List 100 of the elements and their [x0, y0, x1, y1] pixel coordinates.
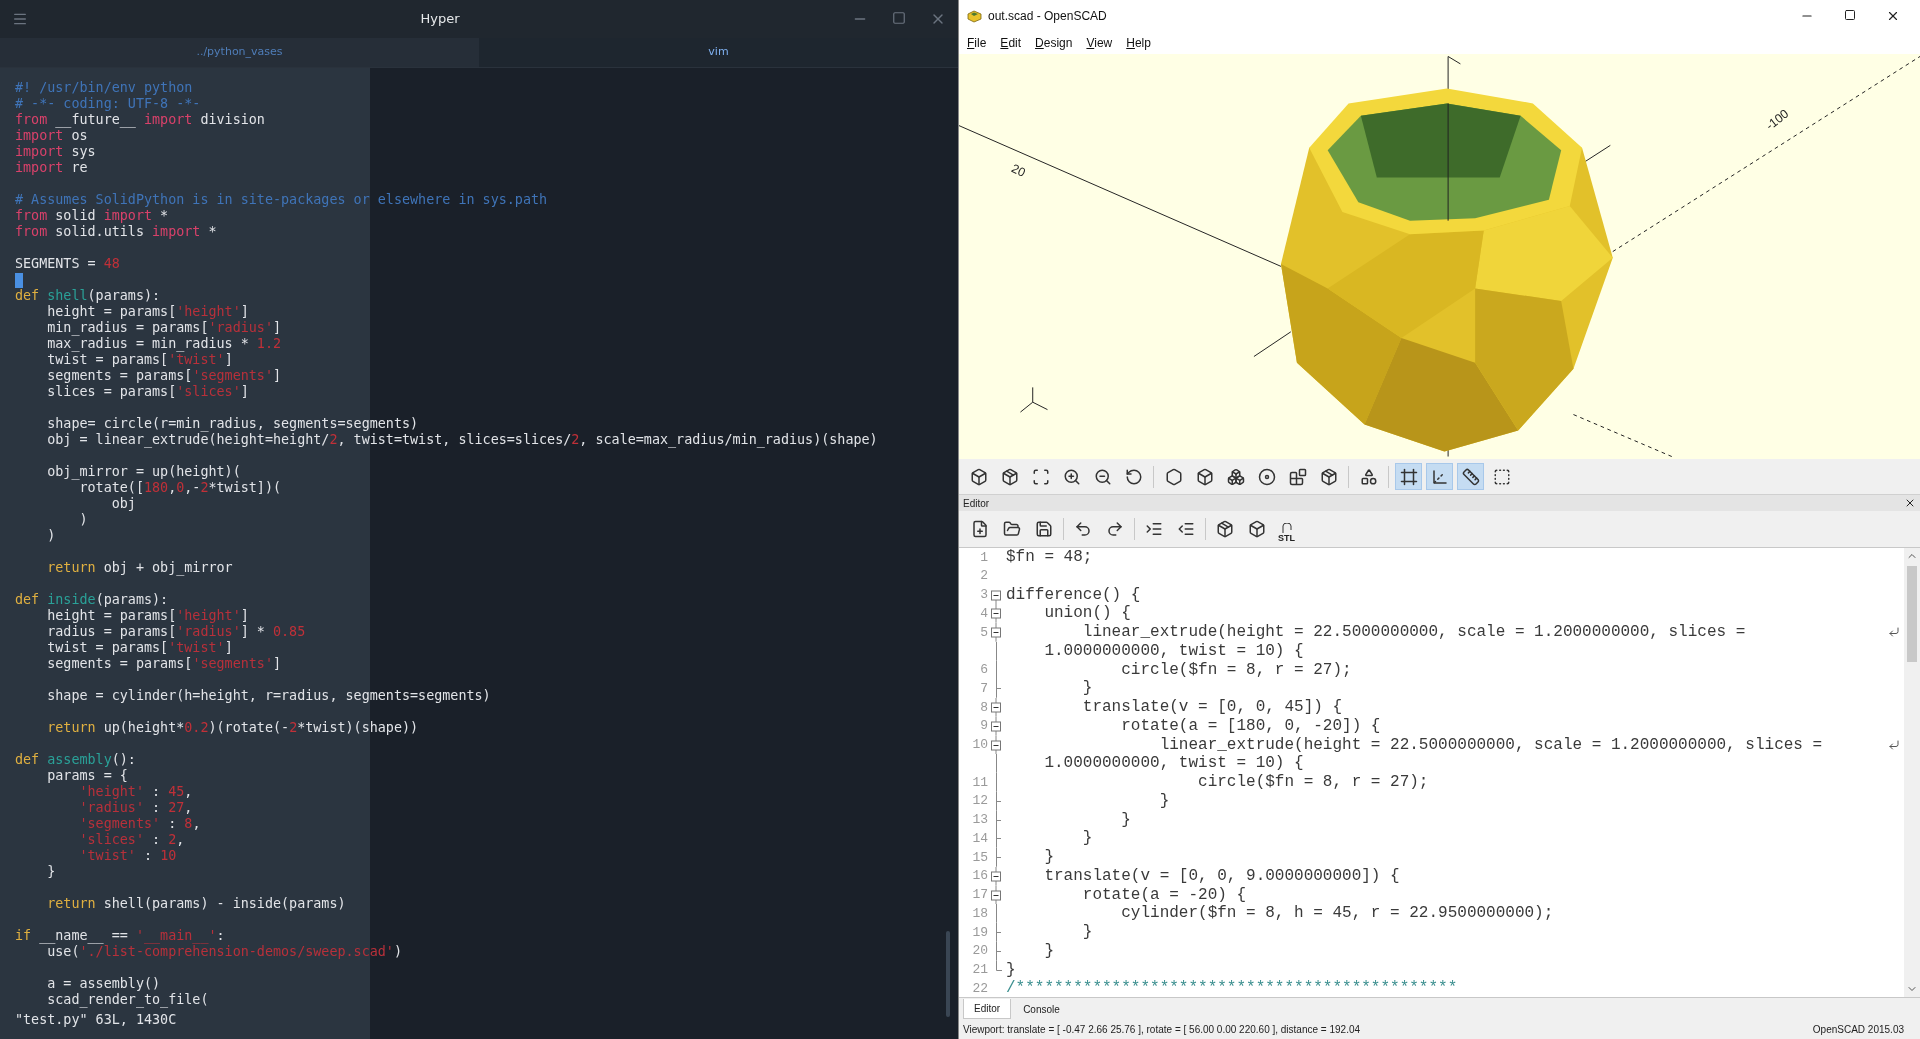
scrollbar-thumb[interactable]	[946, 931, 950, 1017]
blocks-icon	[1288, 467, 1307, 486]
menu-item[interactable]: File	[967, 34, 987, 52]
menu-icon[interactable]	[12, 11, 28, 27]
code-line: slices = params['slices']	[46, 384, 249, 400]
code-line: }	[1043, 848, 1054, 867]
line-number: 9	[979, 717, 989, 736]
code-line: }	[1081, 679, 1093, 698]
panel-tab[interactable]: Editor	[963, 999, 1012, 1019]
code-line: radius = params['radius'] * 0.85	[46, 624, 306, 640]
code-line: obj = linear_extrude(height=height/2, twist=twist, slices=slices/2, scale=max_radius/min_radius)(shape)	[46, 432, 878, 448]
unindent-icon	[1177, 520, 1195, 538]
collapse-icon[interactable]	[989, 623, 1003, 642]
panel-tab[interactable]: Console	[1013, 999, 1070, 1019]
code-line: }	[1005, 960, 1016, 980]
code-line: height = params['height']	[46, 304, 249, 320]
code-line: 'radius' : 27,	[78, 800, 193, 816]
toolbar-button[interactable]	[1457, 463, 1484, 490]
code-line: SEGMENTS = 48	[15, 256, 120, 272]
code-line: obj_mirror = up(height)(	[46, 464, 241, 480]
code-line: $fn = 48;	[1005, 548, 1093, 567]
disc-icon	[1257, 467, 1276, 486]
code-line: 1.0000000000, twist = 10) {	[1043, 641, 1304, 661]
code-line: )	[78, 512, 88, 528]
line-number: 19	[971, 923, 989, 942]
code-line: translate(v = [0, 0, 9.0000000000]) {	[1043, 866, 1400, 886]
code-line: params = {	[46, 768, 128, 784]
code-line: obj	[110, 496, 136, 512]
code-line: shape= circle(r=min_radius, segments=segments)	[46, 416, 419, 432]
axes-icon	[1430, 467, 1449, 486]
export-stl-button[interactable]: STL	[1276, 515, 1297, 543]
line-number: 12	[971, 792, 989, 811]
collapse-icon[interactable]	[989, 885, 1003, 905]
wrap-icon	[1888, 738, 1900, 751]
code-line: union() {	[1043, 604, 1131, 623]
save-icon	[1035, 520, 1053, 538]
line-number: 5	[979, 623, 989, 642]
panel-title: Editor	[963, 496, 990, 511]
code-line: return up(height*0.2)(rotate(-2*twist)(shape))	[46, 720, 419, 736]
code-line: use('./list-comprehension-demos/sweep.scad')	[46, 944, 402, 960]
collapse-icon[interactable]	[989, 604, 1003, 623]
code-line: circle($fn = 8, r = 27);	[1120, 660, 1352, 680]
code-line: return shell(params) - inside(params)	[46, 896, 346, 912]
code-line: linear_extrude(height = 22.5000000000, scale = 1.2000000000, slices =	[1081, 623, 1746, 642]
boxes-icon	[1226, 467, 1245, 486]
code-line: return obj + obj_mirror	[46, 560, 233, 576]
vim-status-line: "test.py" 63L, 1430C	[15, 1012, 177, 1028]
code-line: def assembly():	[15, 752, 136, 768]
menu-item[interactable]: Edit	[1000, 34, 1022, 52]
code-line: 'slices' : 2,	[78, 832, 185, 848]
line-number: 11	[971, 773, 989, 792]
box-icon	[1248, 520, 1266, 538]
frame-icon	[1399, 467, 1418, 486]
zoom-in-icon	[1062, 467, 1081, 486]
indent-icon	[1145, 520, 1163, 538]
code-line: rotate(a = [180, 0, -20]) {	[1120, 716, 1381, 736]
close-icon[interactable]	[1904, 497, 1916, 509]
code-line: 'height' : 45,	[78, 784, 193, 800]
menu-item[interactable]: Design	[1035, 34, 1073, 52]
code-line: # Assumes SolidPython is in site-packages or elsewhere in sys.path	[15, 192, 548, 208]
code-line: 'segments' : 8,	[78, 816, 201, 832]
axis-label: 20	[1009, 161, 1028, 180]
scrollbar[interactable]	[1904, 548, 1920, 997]
collapse-icon[interactable]	[989, 866, 1003, 886]
code-line: }	[1043, 941, 1054, 961]
viewport-status: Viewport: translate = [ -0.47 2.66 25.76 ], rotate = [ 56.00 0.00 220.60 ], distance = 192.04	[963, 1022, 1361, 1037]
code-line: }	[1081, 829, 1093, 848]
line-number: 22	[971, 979, 989, 997]
line-number: 10	[971, 736, 989, 755]
new-file-icon	[971, 520, 989, 538]
toolbar-button[interactable]	[1395, 463, 1422, 490]
terminal-tab[interactable]: vim	[479, 38, 958, 67]
code-line: shape = cylinder(h=height, r=radius, segments=segments)	[46, 688, 491, 704]
line-number: 7	[979, 679, 989, 698]
line-number: 18	[971, 904, 989, 923]
menu-item[interactable]: Help	[1126, 34, 1151, 52]
collapse-icon[interactable]	[989, 698, 1003, 717]
close-icon[interactable]	[1886, 9, 1900, 23]
code-line: max_radius = min_radius * 1.2	[46, 336, 282, 352]
menu-item[interactable]: View	[1086, 34, 1113, 52]
maximize-icon[interactable]	[1844, 9, 1856, 21]
code-line: a = assembly()	[46, 976, 161, 992]
code-line: scad_render_to_file(	[46, 992, 209, 1008]
code-line: segments = params['segments']	[46, 656, 282, 672]
line-number: 6	[979, 661, 989, 680]
collapse-icon[interactable]	[989, 716, 1003, 736]
line-number: 1	[979, 548, 989, 567]
collapse-icon[interactable]	[989, 735, 1003, 755]
folder-icon	[1003, 520, 1021, 538]
code-line: import re	[15, 160, 88, 176]
code-line: 1.0000000000, twist = 10) {	[1043, 754, 1304, 773]
toolbar-button[interactable]	[1426, 463, 1453, 490]
scrollbar-thumb[interactable]	[1907, 566, 1917, 662]
app-logo-icon	[967, 9, 982, 23]
code-line: #! /usr/bin/env python	[15, 80, 193, 96]
code-line: rotate(a = -20) {	[1081, 885, 1247, 905]
code-line: /**********************************************	[1005, 979, 1458, 997]
code-line: from solid import *	[15, 208, 169, 224]
code-line: cylinder($fn = 8, h = 45, r = 22.9500000000);	[1120, 904, 1554, 923]
line-number: 21	[971, 961, 989, 980]
